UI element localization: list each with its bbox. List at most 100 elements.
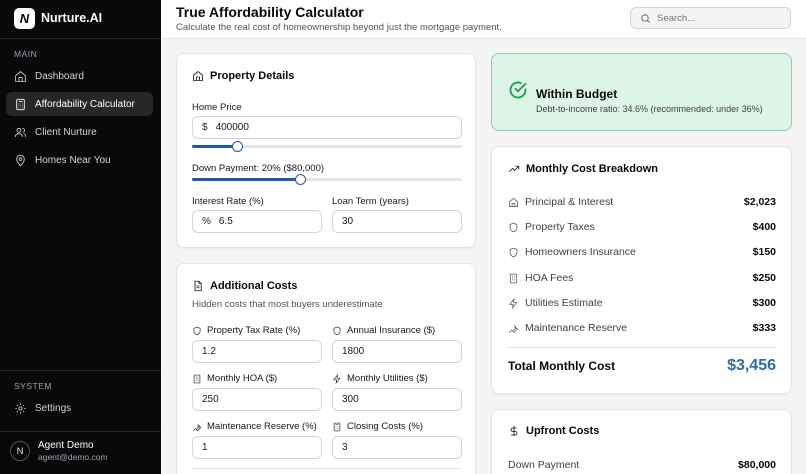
monthly-cost-breakdown-card: Monthly Cost Breakdown Principal & Inter… [491,146,792,394]
slider-fill [192,178,300,181]
row-value: $400 [752,221,776,233]
sidebar-item-client-nurture[interactable]: Client Nurture [6,120,153,144]
map-pin-icon [16,154,25,166]
shield-icon [333,326,341,335]
check-circle-icon [509,81,527,99]
breakdown-row: Maintenance Reserve $333 [508,322,776,334]
maintenance-reserve-input[interactable]: 1 [192,436,322,459]
building-icon [193,374,201,383]
property-tax-value: 1.2 [202,346,216,357]
trending-up-icon [508,165,520,173]
budget-status-banner: Within Budget Debt-to-income ratio: 34.6… [491,53,792,131]
annual-insurance-input[interactable]: 1800 [332,340,462,363]
closing-costs-label: Closing Costs (%) [332,421,423,432]
down-payment-slider[interactable] [192,174,462,186]
annual-insurance-label: Annual Insurance ($) [332,325,435,336]
zap-icon [332,373,341,384]
field-label-text: Monthly Utilities ($) [347,373,428,384]
field-label-text: Maintenance Reserve (%) [207,421,317,432]
dollar-prefix: $ [202,122,208,133]
row-value: $80,000 [738,459,776,471]
card-title-text: Monthly Cost Breakdown [526,163,659,175]
sidebar-section-main: MAIN [14,49,38,59]
document-icon [194,280,202,292]
shield-icon [193,326,201,335]
percent-prefix: % [202,216,211,227]
row-value: $333 [752,322,776,334]
row-value: $150 [752,246,776,258]
page-subtitle: Calculate the real cost of homeownership… [176,22,502,33]
zap-icon [509,297,518,309]
down-payment-label: Down Payment: 20% ($80,000) [192,163,325,174]
search-placeholder: Search... [657,12,696,24]
sidebar-item-label: Affordability Calculator [35,98,135,110]
app-name: Nurture.AI [41,11,103,25]
monthly-utilities-value: 300 [342,394,359,405]
wrench-icon [509,324,519,333]
home-icon [15,70,26,82]
loan-term-label: Loan Term (years) [332,196,409,207]
total-label: Total Monthly Cost [508,359,616,373]
budget-status-subtitle: Debt-to-income ratio: 34.6% (recommended… [536,104,763,114]
loan-term-input[interactable]: 30 [332,210,462,233]
nurture-logo-icon: N [14,7,35,29]
interest-rate-value: 6.5 [218,216,233,227]
additional-costs-card: Additional Costs Hidden costs that most … [176,263,476,474]
sidebar-divider [0,370,161,371]
monthly-hoa-value: 250 [202,394,219,405]
breakdown-row: Homeowners Insurance $150 [508,246,776,258]
row-value: $300 [752,297,776,309]
sidebar-item-label: Dashboard [35,70,84,82]
dollar-icon [510,426,518,436]
sidebar-item-affordability-calculator[interactable]: Affordability Calculator [6,92,153,116]
field-label-text: Closing Costs (%) [347,421,424,432]
breakdown-row: Principal & Interest $2,023 [508,196,776,208]
slider-thumb[interactable] [232,141,244,152]
sidebar-item-settings[interactable]: Settings [6,396,153,420]
maintenance-reserve-value: 1 [202,442,208,453]
closing-costs-value: 3 [342,442,348,453]
home-price-input[interactable]: $ 400000 [192,116,462,139]
sidebar-divider [0,38,161,39]
breakdown-row: Utilities Estimate $300 [508,297,776,309]
monthly-hoa-input[interactable]: 250 [192,388,322,411]
field-label-text: Monthly HOA ($) [207,373,278,384]
monthly-utilities-input[interactable]: 300 [332,388,462,411]
search-input[interactable]: Search... [630,7,791,29]
budget-status-title: Within Budget [536,87,618,101]
upfront-row: Down Payment $80,000 [508,459,776,471]
additional-costs-title: Additional Costs [192,280,297,292]
user-profile[interactable]: N Agent Demo agent@demo.com [10,440,108,462]
property-details-title: Property Details [192,70,294,82]
avatar: N [10,441,30,461]
loan-term-value: 30 [342,216,354,227]
page-header: True Affordability Calculator Calculate … [161,0,806,39]
sidebar-item-label: Settings [35,402,72,414]
total-row: Total Monthly Cost $3,456 [508,357,776,375]
property-details-card: Property Details Home Price $ 400000 Dow… [176,53,476,248]
brand[interactable]: N Nurture.AI [14,7,102,29]
closing-costs-input[interactable]: 3 [332,436,462,459]
home-price-slider[interactable] [192,141,462,153]
interest-rate-input[interactable]: % 6.5 [192,210,322,233]
gear-icon [15,402,26,414]
monthly-utilities-label: Monthly Utilities ($) [332,373,428,384]
sidebar-item-dashboard[interactable]: Dashboard [6,64,153,88]
breakdown-row: HOA Fees $250 [508,272,776,284]
slider-thumb[interactable] [294,174,306,185]
row-value: $250 [752,272,776,284]
divider [192,468,462,469]
sidebar-item-homes-near-you[interactable]: Homes Near You [6,148,153,172]
row-label: HOA Fees [525,272,574,284]
additional-costs-subtitle: Hidden costs that most buyers underestim… [192,299,383,310]
row-label: Down Payment [508,459,580,471]
shield-icon [509,222,518,232]
sidebar-divider [0,431,161,432]
calculator-icon [333,422,341,431]
sidebar-item-label: Homes Near You [35,154,111,166]
annual-insurance-value: 1800 [342,346,365,357]
property-tax-input[interactable]: 1.2 [192,340,322,363]
home-price-label: Home Price [192,102,242,113]
row-label: Property Taxes [525,221,595,233]
row-label: Utilities Estimate [525,297,603,309]
